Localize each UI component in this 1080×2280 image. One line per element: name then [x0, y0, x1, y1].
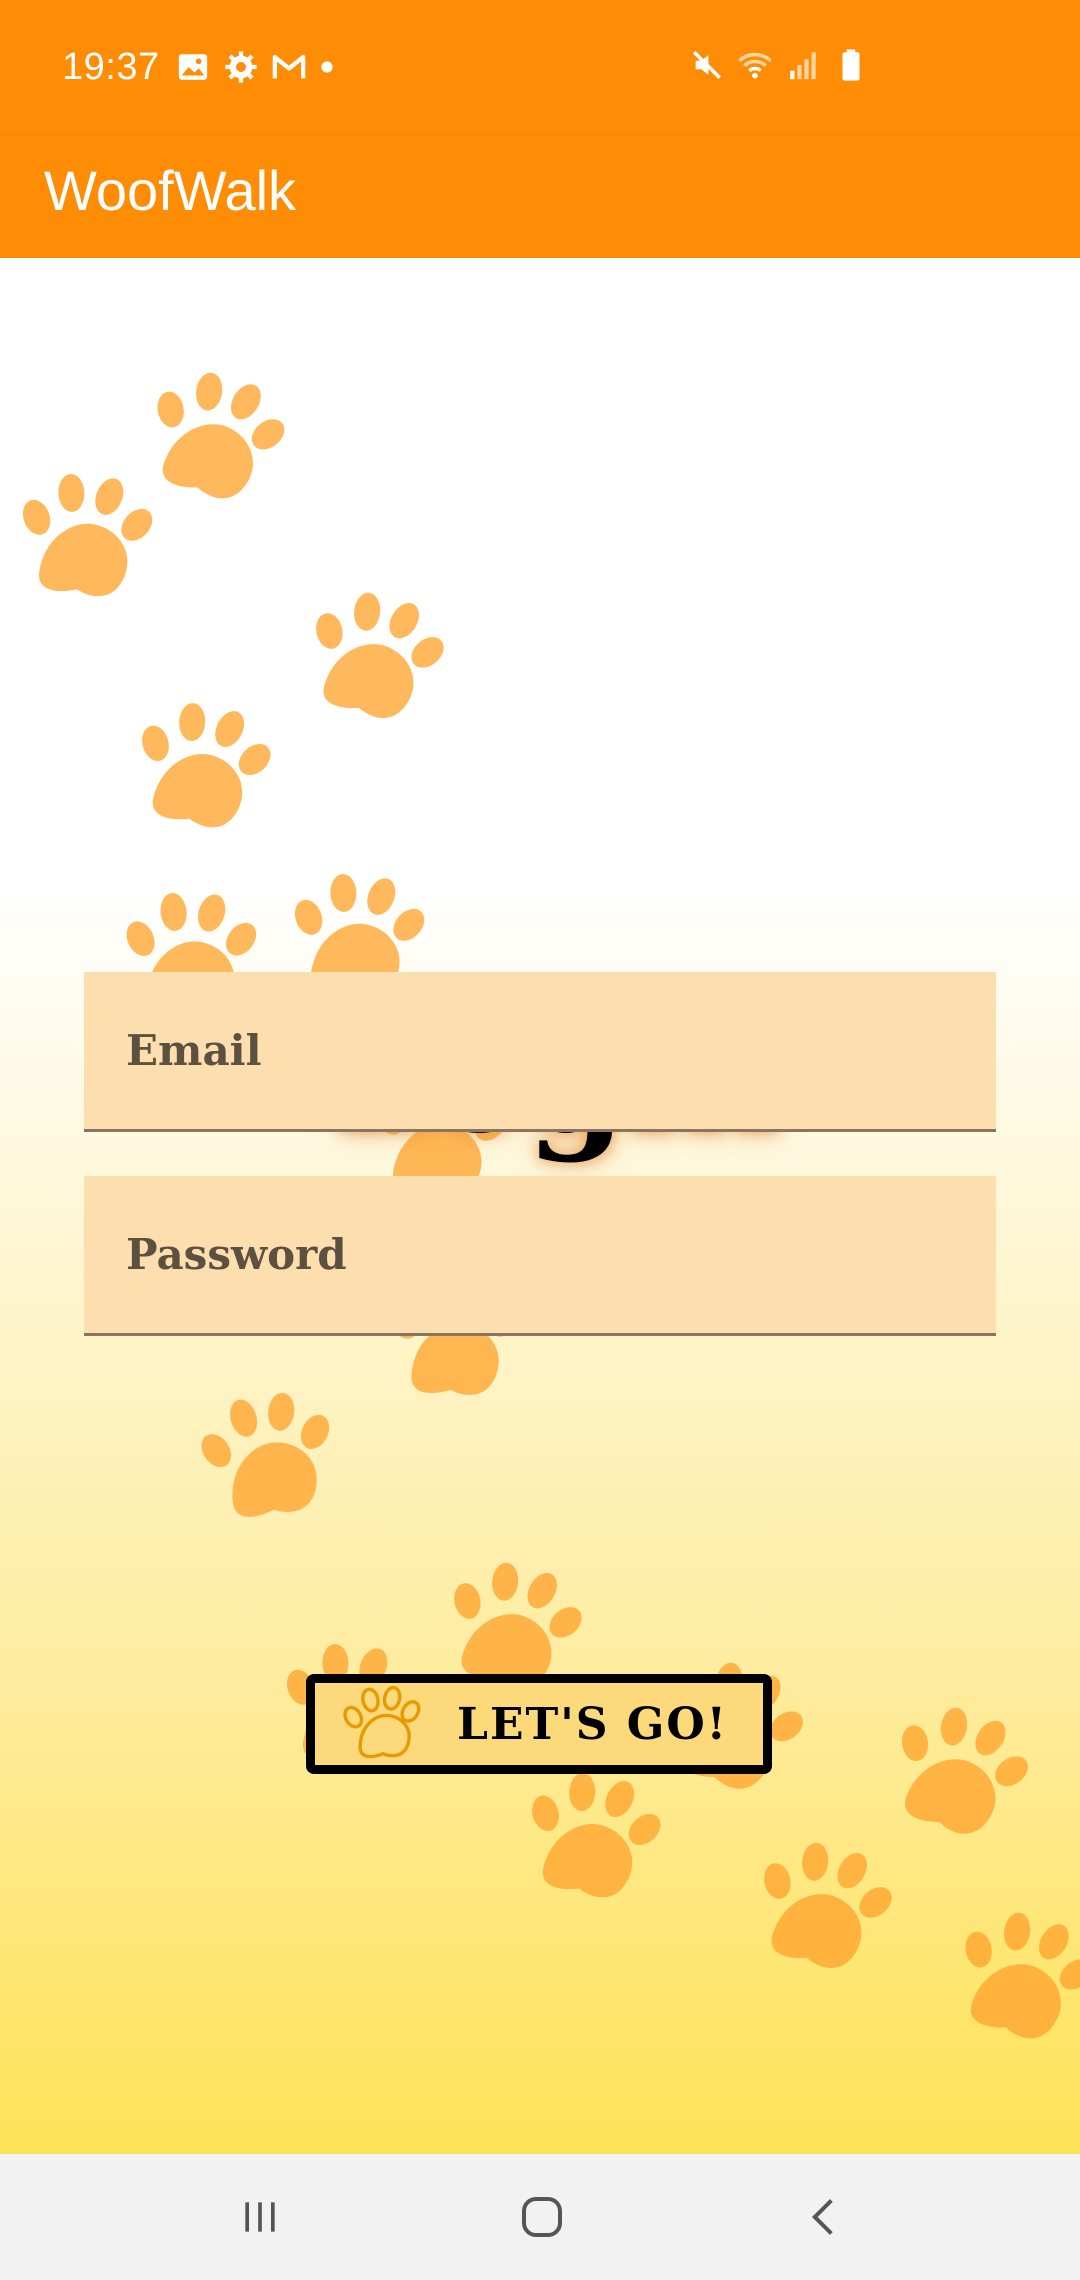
- signal-icon: [790, 52, 816, 80]
- recent-apps-button[interactable]: [220, 2184, 300, 2250]
- recent-apps-icon: [245, 2202, 275, 2232]
- battery-icon: [842, 49, 860, 81]
- gear-icon: [225, 51, 257, 83]
- home-icon: [522, 2197, 562, 2237]
- app-bar: WoofWalk: [0, 136, 1080, 258]
- home-button[interactable]: [502, 2184, 582, 2250]
- image-icon: [178, 54, 208, 80]
- system-nav-bar: [0, 2154, 1080, 2280]
- dot-icon: [321, 61, 333, 73]
- lets-go-button[interactable]: LET'S GO!: [306, 1674, 772, 1774]
- status-bar: 19:37: [0, 0, 1080, 136]
- login-screen: Login LET'S GO!: [0, 258, 1080, 2154]
- gmail-icon: [272, 54, 306, 79]
- status-right-icons: [690, 48, 868, 82]
- paw-icon: [343, 1685, 421, 1759]
- app-title: WoofWalk: [44, 159, 297, 222]
- back-button[interactable]: [784, 2184, 864, 2250]
- password-field-container: [84, 1176, 996, 1336]
- status-time: 19:37: [62, 46, 160, 88]
- mute-icon: [692, 50, 722, 80]
- password-input[interactable]: [84, 1176, 996, 1333]
- status-left-icons: [176, 50, 334, 84]
- lets-go-label: LET'S GO!: [457, 1698, 728, 1750]
- wifi-icon: [738, 52, 772, 79]
- email-input[interactable]: [84, 972, 996, 1129]
- email-field-container: [84, 972, 996, 1132]
- back-icon: [811, 2199, 833, 2235]
